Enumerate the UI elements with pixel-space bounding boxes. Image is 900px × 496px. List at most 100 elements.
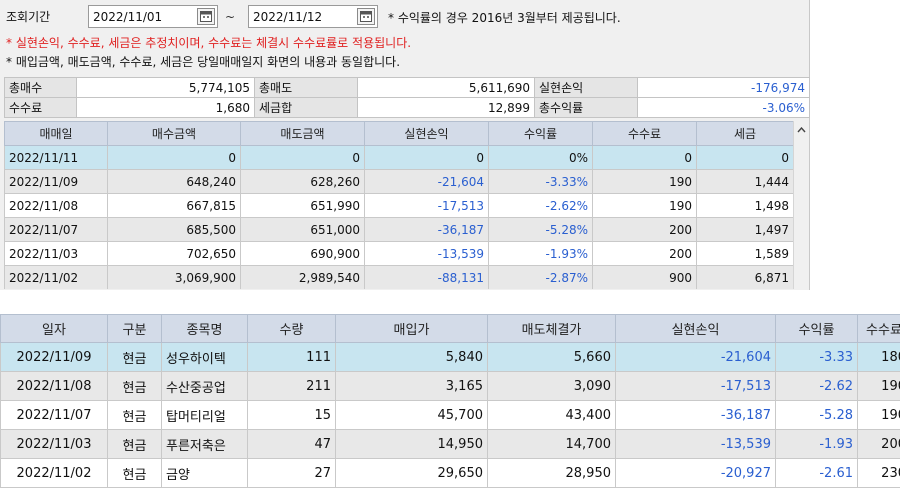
fee: 200 (592, 241, 697, 266)
quantity: 47 (247, 429, 336, 459)
col-sell-amount[interactable]: 매도금액 (240, 121, 365, 146)
realized: -21,604 (615, 342, 776, 372)
end-date-input[interactable] (249, 6, 349, 27)
yield: -3.33% (488, 169, 593, 194)
summary-row: 수수료 1,680 세금합 12,899 총수익률 -3.06% (4, 97, 810, 118)
start-calendar-button[interactable] (197, 8, 215, 25)
daily-row[interactable]: 2022/11/07 685,500 651,000 -36,187 -5.28… (4, 217, 794, 242)
realized: -17,513 (615, 371, 776, 401)
yield: -2.61 (775, 458, 858, 488)
sell-amount: 651,990 (240, 193, 365, 218)
end-date-field[interactable] (248, 5, 378, 28)
col-yield[interactable]: 수익률 (488, 121, 593, 146)
quantity: 211 (247, 371, 336, 401)
col-fee[interactable]: 수수료 (857, 314, 900, 343)
realized: -36,187 (364, 217, 489, 242)
daily-row[interactable]: 2022/11/09 648,240 628,260 -21,604 -3.33… (4, 169, 794, 194)
yield: -1.93 (775, 429, 858, 459)
buy-amount: 0 (107, 145, 241, 170)
trade-detail-table: 일자 구분 종목명 수량 매입가 매도체결가 실현손익 수익률 수수료 2022… (0, 314, 900, 488)
daily-scrollbar[interactable] (793, 121, 809, 289)
detail-header-row: 일자 구분 종목명 수량 매입가 매도체결가 실현손익 수익률 수수료 (0, 314, 900, 343)
realized: -17,513 (364, 193, 489, 218)
col-buy-price[interactable]: 매입가 (335, 314, 488, 343)
tax-value: 12,899 (357, 97, 535, 118)
daily-grid[interactable]: 매매일 매수금액 매도금액 실현손익 수익률 수수료 세금 2022/11/11… (4, 121, 809, 289)
end-calendar-button[interactable] (357, 8, 375, 25)
col-sell-price[interactable]: 매도체결가 (487, 314, 616, 343)
date: 2022/11/07 (0, 400, 108, 430)
col-stock-name[interactable]: 종목명 (161, 314, 248, 343)
detail-row[interactable]: 2022/11/08 현금 수산중공업 211 3,165 3,090 -17,… (0, 371, 900, 401)
col-type[interactable]: 구분 (107, 314, 162, 343)
fee-value: 1,680 (76, 97, 255, 118)
yield: -2.62 (775, 371, 858, 401)
sell-amount: 2,989,540 (240, 265, 365, 289)
sell-price: 43,400 (487, 400, 616, 430)
sell-amount: 0 (240, 145, 365, 170)
notice-same-as-journal: * 매입금액, 매도금액, 수수료, 세금은 당일매매일지 화면의 내용과 동일… (6, 55, 401, 69)
realized: -88,131 (364, 265, 489, 289)
total-buy-label: 총매수 (4, 77, 77, 98)
col-date[interactable]: 일자 (0, 314, 108, 343)
tax: 0 (696, 145, 794, 170)
realized: 0 (364, 145, 489, 170)
col-realized[interactable]: 실현손익 (615, 314, 776, 343)
realized: -13,539 (364, 241, 489, 266)
daily-row[interactable]: 2022/11/02 3,069,900 2,989,540 -88,131 -… (4, 265, 794, 289)
daily-row[interactable]: 2022/11/11 0 0 0 0% 0 0 (4, 145, 794, 170)
yield-label: 총수익률 (534, 97, 638, 118)
tax: 1,498 (696, 193, 794, 218)
daily-table: 매매일 매수금액 매도금액 실현손익 수익률 수수료 세금 2022/11/11… (4, 121, 794, 289)
col-buy-amount[interactable]: 매수금액 (107, 121, 241, 146)
col-trade-date[interactable]: 매매일 (4, 121, 108, 146)
fee: 180 (857, 342, 900, 372)
col-yield[interactable]: 수익률 (775, 314, 858, 343)
realized: -36,187 (615, 400, 776, 430)
tax: 6,871 (696, 265, 794, 289)
summary-table: 총매수 5,774,105 총매도 5,611,690 실현손익 -176,97… (4, 77, 810, 118)
yield: -5.28 (775, 400, 858, 430)
date: 2022/11/09 (0, 342, 108, 372)
sell-price: 28,950 (487, 458, 616, 488)
total-sell-label: 총매도 (254, 77, 358, 98)
calendar-icon (200, 11, 212, 22)
tax: 1,589 (696, 241, 794, 266)
detail-row[interactable]: 2022/11/09 현금 성우하이텍 111 5,840 5,660 -21,… (0, 342, 900, 372)
summary-row: 총매수 5,774,105 총매도 5,611,690 실현손익 -176,97… (4, 77, 810, 98)
buy-price: 14,950 (335, 429, 488, 459)
date-separator: ~ (225, 10, 236, 24)
col-fee[interactable]: 수수료 (592, 121, 697, 146)
yield: 0% (488, 145, 593, 170)
daily-row[interactable]: 2022/11/03 702,650 690,900 -13,539 -1.93… (4, 241, 794, 266)
stock-name: 수산중공업 (161, 371, 248, 401)
col-realized[interactable]: 실현손익 (364, 121, 489, 146)
tax: 1,444 (696, 169, 794, 194)
start-date-input[interactable] (89, 6, 189, 27)
sell-price: 5,660 (487, 342, 616, 372)
trade-date: 2022/11/02 (4, 265, 108, 289)
calendar-icon (360, 11, 372, 22)
fee-label: 수수료 (4, 97, 77, 118)
detail-row[interactable]: 2022/11/02 현금 금양 27 29,650 28,950 -20,92… (0, 458, 900, 488)
daily-row[interactable]: 2022/11/08 667,815 651,990 -17,513 -2.62… (4, 193, 794, 218)
realized-value: -176,974 (637, 77, 810, 98)
yield: -1.93% (488, 241, 593, 266)
col-tax[interactable]: 세금 (696, 121, 794, 146)
col-quantity[interactable]: 수량 (247, 314, 336, 343)
detail-row[interactable]: 2022/11/07 현금 탑머티리얼 15 45,700 43,400 -36… (0, 400, 900, 430)
trade-date: 2022/11/09 (4, 169, 108, 194)
stock-name: 탑머티리얼 (161, 400, 248, 430)
buy-amount: 667,815 (107, 193, 241, 218)
detail-row[interactable]: 2022/11/03 현금 푸른저축은 47 14,950 14,700 -13… (0, 429, 900, 459)
stock-name: 푸른저축은 (161, 429, 248, 459)
quantity: 27 (247, 458, 336, 488)
type: 현금 (107, 429, 162, 459)
period-label: 조회기간 (6, 10, 51, 24)
trade-detail-grid[interactable]: 일자 구분 종목명 수량 매입가 매도체결가 실현손익 수익률 수수료 2022… (0, 314, 900, 496)
notice-yield: * 수익률의 경우 2016년 3월부터 제공됩니다. (388, 11, 621, 25)
fee: 900 (592, 265, 697, 289)
start-date-field[interactable] (88, 5, 218, 28)
fee: 190 (857, 371, 900, 401)
chevron-up-icon[interactable] (797, 127, 806, 133)
